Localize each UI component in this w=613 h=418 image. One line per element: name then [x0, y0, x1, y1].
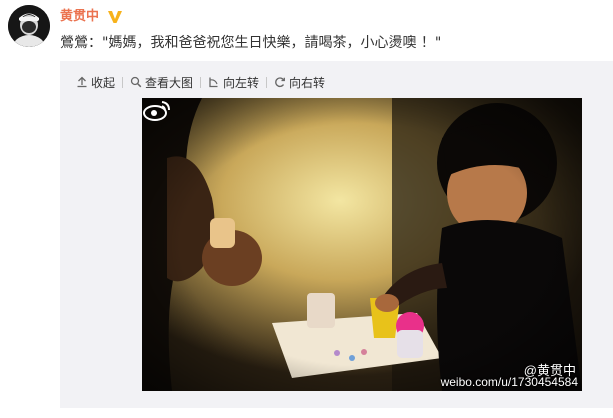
weibo-logo-icon: [143, 101, 170, 121]
avatar[interactable]: [8, 5, 50, 47]
toolbar-divider: [200, 76, 202, 88]
collapse-arrow-icon: [77, 76, 87, 88]
media-toolbar: 收起 查看大图 向左转 向右转: [76, 73, 325, 91]
username-link[interactable]: 黄贯中: [60, 8, 99, 26]
rotate-left-label: 向左转: [223, 75, 260, 90]
collapse-label: 收起: [91, 75, 116, 90]
photo-illustration: [142, 98, 582, 391]
toolbar-divider: [122, 76, 124, 88]
rotate-left-icon: [209, 77, 218, 88]
post-photo[interactable]: @黄贯中 weibo.com/u/1730454584: [142, 98, 582, 391]
verified-badge-icon[interactable]: [107, 9, 123, 25]
rotate-right-button[interactable]: 向右转: [274, 74, 325, 91]
view-large-label: 查看大图: [145, 75, 194, 90]
avatar-image: [8, 5, 50, 47]
collapse-button[interactable]: 收起: [76, 74, 115, 91]
rotate-right-icon: [275, 77, 285, 88]
post-text: 鶯鶯："媽媽，我和爸爸祝您生日快樂，請喝茶，小心燙噢 ！": [60, 35, 442, 51]
magnifier-icon: [130, 76, 142, 88]
toolbar-divider: [266, 76, 268, 88]
rotate-left-button[interactable]: 向左转: [208, 74, 259, 91]
rotate-right-label: 向右转: [289, 75, 326, 90]
watermark-url: weibo.com/u/1730454584: [440, 375, 578, 389]
view-large-button[interactable]: 查看大图: [130, 74, 193, 91]
